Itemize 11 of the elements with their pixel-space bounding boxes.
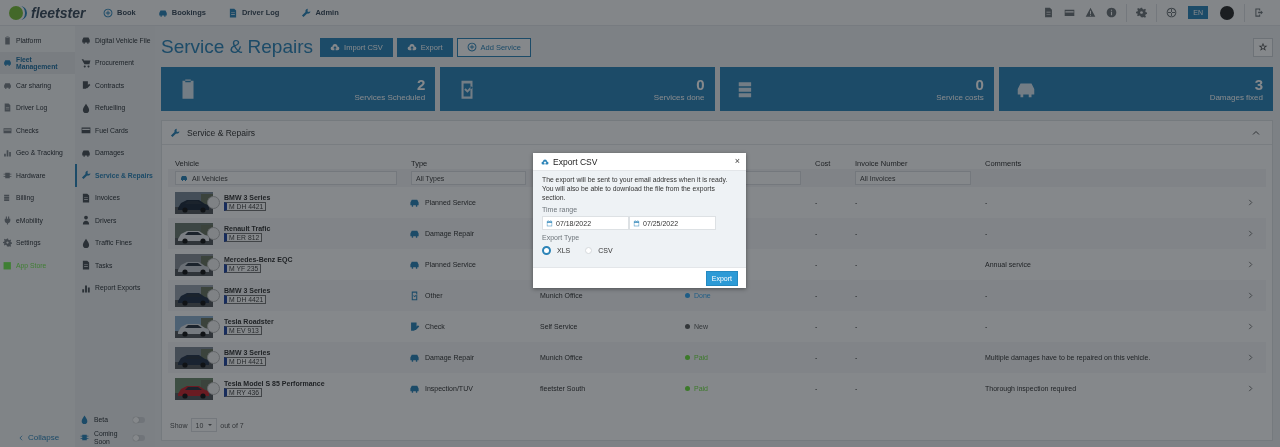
stat-label: Damages fixed (1209, 93, 1263, 102)
panel-title: Service & Repairs (187, 127, 256, 138)
stat-value: 3 (1254, 76, 1263, 93)
stat-label: Service costs (936, 93, 984, 102)
stat-value: 2 (416, 76, 426, 93)
stat-value: 0 (975, 76, 984, 93)
stat-label: Services Scheduled (354, 93, 426, 102)
dialog-title: Export CSV (553, 156, 598, 167)
page-title: Service & Repairs (161, 36, 314, 58)
stat-label: Services done (653, 93, 705, 102)
stat-value: 0 (696, 76, 705, 93)
